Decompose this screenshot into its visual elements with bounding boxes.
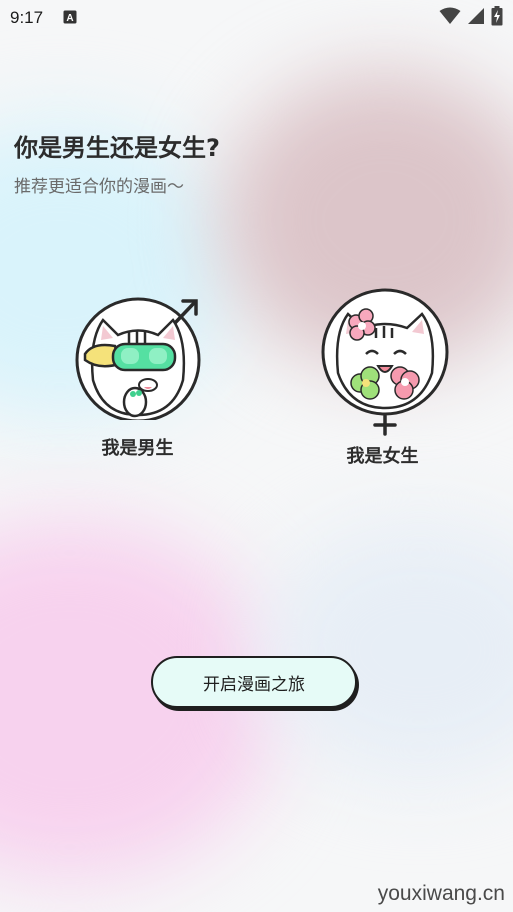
wifi-icon [439,7,461,29]
female-cat-avatar [321,288,448,436]
female-symbol-icon [372,414,397,436]
a-box-icon: A [63,9,77,28]
choose-male-option[interactable]: 我是男生 [55,290,220,460]
battery-charging-icon [491,6,503,30]
svg-text:A: A [66,13,73,24]
status-time: 9:17 [10,8,44,27]
choose-female-option[interactable]: 我是女生 [300,288,465,468]
status-bar: 9:17 A [0,0,513,36]
page-subtitle: 推荐更适合你的漫画～ [14,177,184,197]
male-cat-avatar [75,297,200,420]
female-label: 我是女生 [346,446,419,467]
watermark-text: youxiwang.cn [377,882,505,905]
page-title: 你是男生还是女生? [14,134,220,162]
signal-icon [467,7,485,29]
start-comic-journey-button[interactable]: 开启漫画之旅 [151,656,357,708]
male-label: 我是男生 [101,438,174,459]
